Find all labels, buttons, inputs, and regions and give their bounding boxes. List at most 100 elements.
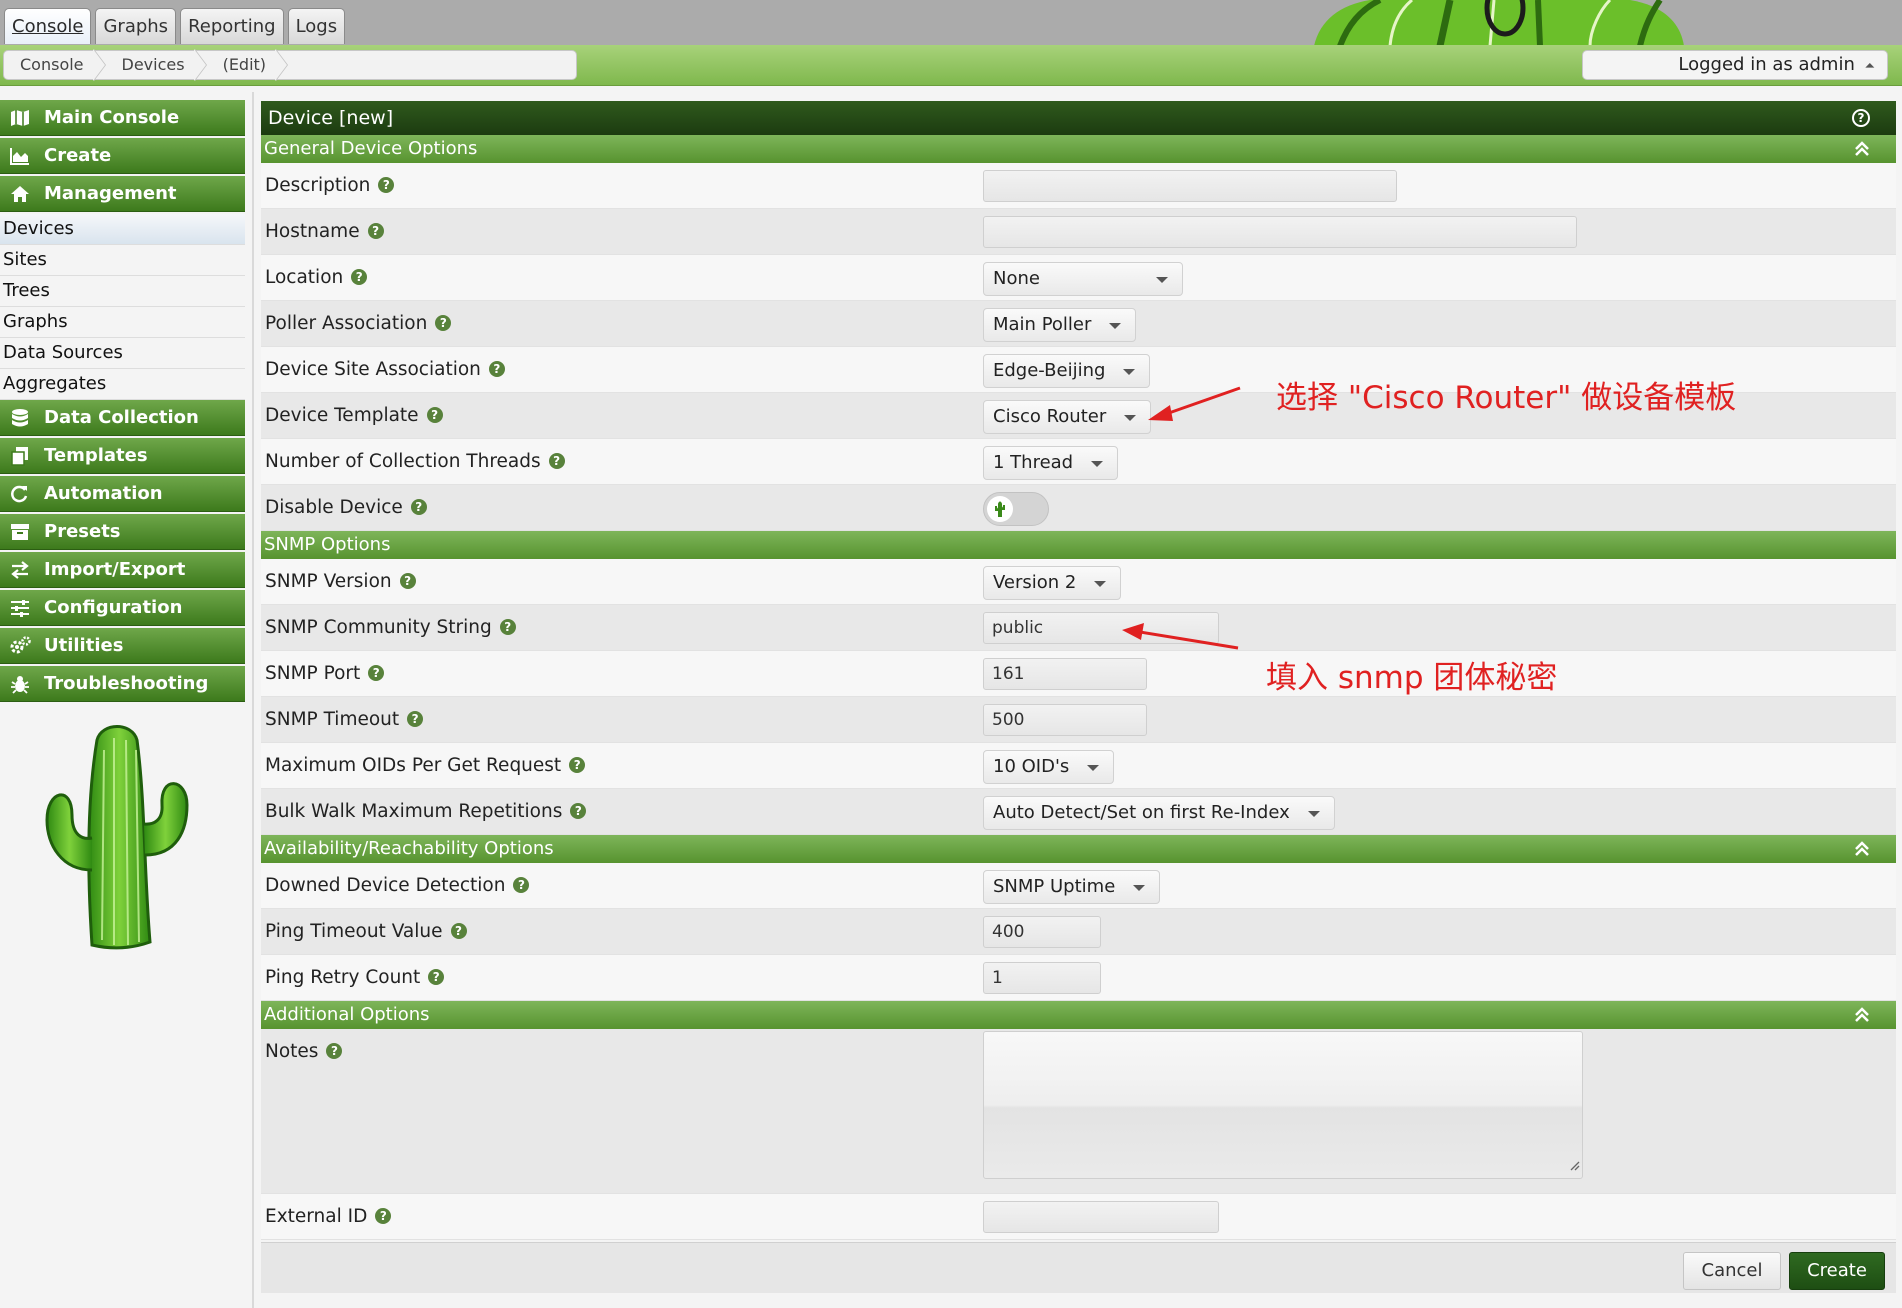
question-icon[interactable]: ? [326, 1043, 343, 1059]
question-icon[interactable]: ? [351, 269, 368, 285]
bulk-walk-select[interactable]: Auto Detect/Set on first Re-Index [983, 796, 1335, 830]
field-label: Ping Timeout Value [265, 921, 443, 942]
question-icon[interactable]: ? [548, 453, 565, 469]
select-value: SNMP Uptime [993, 876, 1116, 897]
question-icon[interactable]: ? [375, 1208, 392, 1224]
field-label: Bulk Walk Maximum Repetitions [265, 801, 563, 822]
question-icon[interactable]: ? [569, 757, 586, 773]
select-value: Main Poller [993, 314, 1092, 335]
question-icon[interactable]: ? [367, 223, 384, 239]
nav-management[interactable]: Management [0, 176, 245, 212]
field-label: Notes [265, 1041, 319, 1062]
poller-select[interactable]: Main Poller [983, 308, 1137, 342]
tab-graphs[interactable]: Graphs [95, 8, 177, 44]
tab-reporting[interactable]: Reporting [180, 8, 284, 44]
caret-down-icon [1094, 581, 1107, 587]
nav-create[interactable]: Create [0, 138, 245, 174]
user-menu[interactable]: Logged in as admin ⏶ [1582, 50, 1888, 80]
nav-data-collection[interactable]: Data Collection [0, 400, 245, 436]
disable-device-toggle[interactable] [983, 492, 1049, 526]
question-icon[interactable]: ? [570, 803, 587, 819]
breadcrumb: Console Devices (Edit) [3, 49, 577, 81]
question-icon[interactable]: ? [428, 969, 445, 985]
question-icon[interactable]: ? [410, 499, 427, 515]
site-select[interactable]: Edge-Beijing [983, 354, 1151, 388]
general-rows: Description? Hostname? Location? None Po… [261, 163, 1896, 531]
database-icon [8, 408, 32, 428]
field-label: Ping Retry Count [265, 967, 421, 988]
snmp-version-select[interactable]: Version 2 [983, 566, 1122, 600]
snmp-community-input[interactable]: public [983, 612, 1219, 644]
nav-item-data-sources[interactable]: Data Sources [0, 338, 245, 369]
row-ping-timeout: Ping Timeout Value? 400 [261, 909, 1896, 955]
nav-troubleshooting[interactable]: Troubleshooting [0, 666, 245, 702]
tab-console[interactable]: Console [4, 8, 92, 44]
resize-grip-icon[interactable] [1568, 1154, 1580, 1176]
downed-detection-select[interactable]: SNMP Uptime [983, 870, 1161, 904]
nav-item-aggregates[interactable]: Aggregates [0, 369, 245, 400]
notes-textarea[interactable] [983, 1031, 1583, 1179]
hostname-input[interactable] [983, 216, 1577, 248]
nav-import-export[interactable]: Import/Export [0, 552, 245, 588]
select-value: Edge-Beijing [993, 360, 1106, 381]
question-icon[interactable]: ? [513, 877, 530, 893]
breadcrumb-console[interactable]: Console [4, 49, 106, 81]
tab-logs[interactable]: Logs [287, 8, 346, 44]
gears-icon [8, 635, 32, 656]
top-tab-bar: Console Graphs Reporting Logs [0, 0, 1902, 46]
nav-item-sites[interactable]: Sites [0, 245, 245, 276]
question-icon[interactable]: ? [435, 315, 452, 331]
nav-item-devices[interactable]: Devices [0, 214, 245, 245]
question-icon[interactable]: ? [407, 711, 424, 727]
snmp-port-input[interactable]: 161 [983, 658, 1147, 690]
question-icon[interactable]: ? [450, 923, 467, 939]
question-icon[interactable]: ? [399, 573, 416, 589]
help-icon[interactable]: ? [1852, 109, 1870, 127]
availability-rows: Downed Device Detection? SNMP Uptime Pin… [261, 863, 1896, 1001]
template-select[interactable]: Cisco Router [983, 400, 1152, 434]
snmp-timeout-input[interactable]: 500 [983, 704, 1147, 736]
section-title: SNMP Options [264, 534, 391, 555]
nav-configuration[interactable]: Configuration [0, 590, 245, 626]
location-select[interactable]: None [983, 262, 1183, 296]
nav-label: Main Console [44, 107, 180, 128]
nav-templates[interactable]: Templates [0, 438, 245, 474]
ping-retry-input[interactable]: 1 [983, 962, 1101, 994]
max-oids-select[interactable]: 10 OID's [983, 750, 1115, 784]
question-icon[interactable]: ? [426, 407, 443, 423]
nav-label: Configuration [44, 597, 183, 618]
nav-utilities[interactable]: Utilities [0, 628, 245, 664]
map-icon [8, 108, 32, 128]
question-icon[interactable]: ? [378, 177, 395, 193]
caret-down-icon [1156, 277, 1168, 283]
breadcrumb-edit: (Edit) [207, 49, 289, 81]
question-icon[interactable]: ? [499, 619, 516, 635]
additional-rows: Notes? External ID? [261, 1029, 1896, 1240]
nav-item-trees[interactable]: Trees [0, 276, 245, 307]
nav-item-graphs[interactable]: Graphs [0, 307, 245, 338]
cancel-button[interactable]: Cancel [1683, 1252, 1781, 1290]
section-snmp: SNMP Options [261, 531, 1896, 559]
threads-select[interactable]: 1 Thread [983, 446, 1119, 480]
question-icon[interactable]: ? [488, 361, 505, 377]
field-label: SNMP Version [265, 571, 392, 592]
field-label: Number of Collection Threads [265, 451, 541, 472]
create-button[interactable]: Create [1789, 1252, 1885, 1290]
breadcrumb-bar: Console Devices (Edit) Logged in as admi… [0, 45, 1902, 86]
section-title: General Device Options [264, 138, 478, 159]
row-poller: Poller Association? Main Poller [261, 301, 1896, 347]
nav-main-console[interactable]: Main Console [0, 100, 245, 136]
cactus-icon [987, 496, 1013, 522]
row-external-id: External ID? [261, 1194, 1896, 1240]
row-bulk-walk: Bulk Walk Maximum Repetitions? Auto Dete… [261, 789, 1896, 835]
breadcrumb-devices[interactable]: Devices [106, 49, 207, 81]
description-input[interactable] [983, 170, 1397, 202]
form-title: Device [new] [268, 107, 394, 129]
ping-timeout-input[interactable]: 400 [983, 916, 1101, 948]
question-icon[interactable]: ? [368, 665, 385, 681]
field-label: Poller Association [265, 313, 428, 334]
external-id-input[interactable] [983, 1201, 1219, 1233]
template-annotation: 选择 "Cisco Router" 做设备模板 [1276, 380, 1737, 416]
nav-automation[interactable]: Automation [0, 476, 245, 512]
nav-presets[interactable]: Presets [0, 514, 245, 550]
